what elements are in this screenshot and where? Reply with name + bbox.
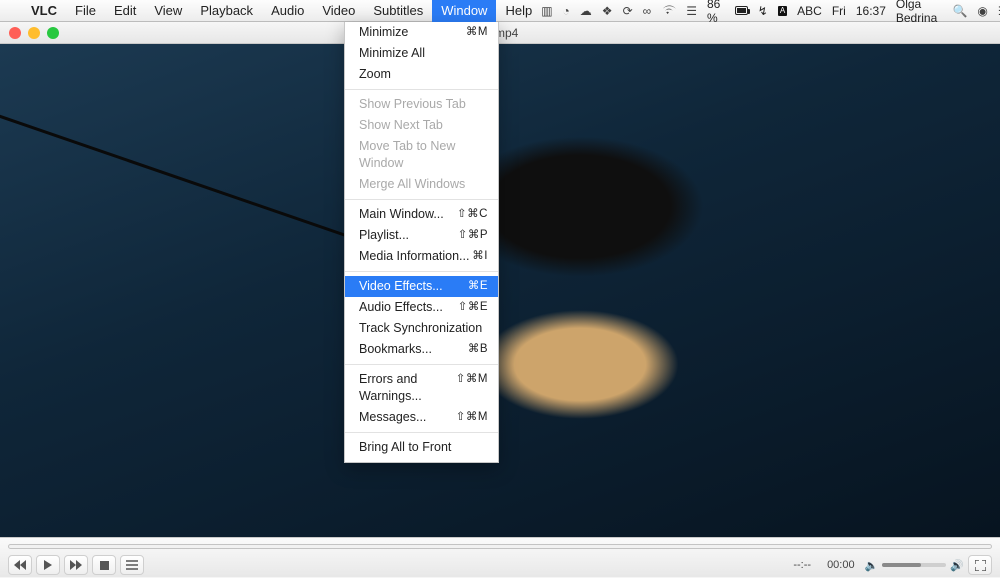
- wifi-icon[interactable]: [661, 5, 676, 16]
- menu-item-bookmarks[interactable]: Bookmarks... ⌘B: [345, 339, 498, 360]
- menu-item-errors-and-warnings[interactable]: Errors and Warnings...⇧⌘M: [345, 369, 498, 407]
- menu-separator: [345, 271, 498, 272]
- volume-mute-icon[interactable]: 🔈: [865, 559, 879, 572]
- battery-icon[interactable]: [735, 6, 748, 15]
- menu-item-label: Move Tab to New Window: [359, 138, 488, 172]
- video-frame: [0, 44, 1000, 537]
- status-icon[interactable]: ◔: [563, 4, 570, 18]
- window-menu-dropdown: Minimize ⌘M Minimize All Zoom Show Previous …: [344, 22, 499, 463]
- menu-help[interactable]: Help: [496, 0, 541, 22]
- menu-item-shortcut: ⌘M: [466, 24, 488, 41]
- menu-item-label: Merge All Windows: [359, 176, 465, 193]
- user-name[interactable]: Olga Bedrina: [896, 0, 943, 25]
- menu-item-label: Audio Effects...: [359, 299, 443, 316]
- battery-charging-icon: ↯: [758, 4, 768, 18]
- player-controls: --:-- 00:00 🔈 🔊: [0, 537, 1000, 577]
- menu-file[interactable]: File: [66, 0, 105, 22]
- menu-view[interactable]: View: [145, 0, 191, 22]
- menu-separator: [345, 89, 498, 90]
- menu-item-label: Show Previous Tab: [359, 96, 466, 113]
- seek-slider[interactable]: [8, 544, 992, 549]
- cloud-icon[interactable]: ☁: [580, 4, 592, 18]
- menu-item-shortcut: ⌘B: [468, 341, 488, 358]
- menu-separator: [345, 432, 498, 433]
- menu-item-messages[interactable]: Messages... ⇧⌘M: [345, 407, 498, 428]
- menu-item-label: Minimize: [359, 24, 408, 41]
- menu-item-label: Minimize All: [359, 45, 425, 62]
- menu-subtitles[interactable]: Subtitles: [364, 0, 432, 22]
- status-icon[interactable]: ▥: [541, 4, 552, 18]
- skip-back-button[interactable]: [8, 555, 32, 575]
- menu-item-label: Playlist...: [359, 227, 409, 244]
- menu-item-shortcut: ⌘I: [472, 248, 488, 265]
- menu-audio[interactable]: Audio: [262, 0, 313, 22]
- play-button[interactable]: [36, 555, 60, 575]
- infinity-icon[interactable]: ∞: [643, 4, 652, 18]
- playlist-button[interactable]: [120, 555, 144, 575]
- spotlight-icon[interactable]: 🔍: [952, 4, 967, 18]
- battery-percentage[interactable]: 86 %: [707, 0, 725, 25]
- menu-item-label: Messages...: [359, 409, 426, 426]
- dropbox-icon[interactable]: ❖: [602, 4, 613, 18]
- menu-item-show-next-tab: Show Next Tab: [345, 115, 498, 136]
- menu-item-track-synchronization[interactable]: Track Synchronization: [345, 318, 498, 339]
- menu-item-shortcut: ⇧⌘E: [458, 299, 488, 316]
- minimize-window-button[interactable]: [28, 27, 40, 39]
- sync-icon[interactable]: ⟳: [623, 4, 633, 18]
- volume-slider[interactable]: [882, 563, 946, 567]
- menu-item-shortcut: ⇧⌘P: [458, 227, 488, 244]
- menu-separator: [345, 199, 498, 200]
- input-source[interactable]: ABC: [797, 4, 822, 18]
- menu-item-label: Show Next Tab: [359, 117, 443, 134]
- window-titlebar[interactable]: nt.mp4: [0, 22, 1000, 44]
- time-total: 00:00: [821, 559, 861, 571]
- menu-item-label: Bookmarks...: [359, 341, 432, 358]
- menu-item-main-window[interactable]: Main Window... ⇧⌘C: [345, 204, 498, 225]
- menu-item-label: Errors and Warnings...: [359, 371, 456, 405]
- menu-item-shortcut: ⇧⌘M: [456, 409, 488, 426]
- fullscreen-button[interactable]: [968, 555, 992, 575]
- menubar: VLC FileEditViewPlaybackAudioVideoSubtit…: [0, 0, 1000, 22]
- menu-item-media-information[interactable]: Media Information...⌘I: [345, 246, 498, 267]
- close-window-button[interactable]: [9, 27, 21, 39]
- clock-time[interactable]: 16:37: [856, 4, 886, 18]
- menu-item-shortcut: ⇧⌘M: [456, 371, 488, 405]
- menu-item-playlist[interactable]: Playlist... ⇧⌘P: [345, 225, 498, 246]
- volume-max-icon[interactable]: 🔊: [950, 559, 964, 572]
- app-menu[interactable]: VLC: [22, 3, 66, 18]
- menu-item-label: Track Synchronization: [359, 320, 482, 337]
- menu-item-bring-all-to-front[interactable]: Bring All to Front: [345, 437, 498, 458]
- video-viewport[interactable]: [0, 44, 1000, 537]
- menu-separator: [345, 364, 498, 365]
- menu-item-label: Media Information...: [359, 248, 469, 265]
- menu-item-zoom[interactable]: Zoom: [345, 64, 498, 85]
- menu-edit[interactable]: Edit: [105, 0, 145, 22]
- menu-playback[interactable]: Playback: [191, 0, 262, 22]
- menu-item-label: Bring All to Front: [359, 439, 451, 456]
- menu-item-minimize-all[interactable]: Minimize All: [345, 43, 498, 64]
- status-area: ▥ ◔ ☁ ❖ ⟳ ∞ ☰ 86 % ↯ A ABC Fri 16:37 Olg…: [541, 0, 1000, 25]
- menu-item-shortcut: ⇧⌘C: [457, 206, 488, 223]
- zoom-window-button[interactable]: [47, 27, 59, 39]
- keyboard-indicator[interactable]: A: [778, 6, 787, 16]
- time-elapsed: --:--: [787, 559, 817, 571]
- menu-item-label: Main Window...: [359, 206, 444, 223]
- menu-video[interactable]: Video: [313, 0, 364, 22]
- menu-item-label: Video Effects...: [359, 278, 443, 295]
- skip-forward-button[interactable]: [64, 555, 88, 575]
- menu-item-shortcut: ⌘E: [468, 278, 488, 295]
- menu-window[interactable]: Window: [432, 0, 496, 22]
- siri-icon[interactable]: ◉: [977, 4, 987, 18]
- stop-button[interactable]: [92, 555, 116, 575]
- video-window: nt.mp4: [0, 22, 1000, 537]
- menu-item-label: Zoom: [359, 66, 391, 83]
- menu-item-move-tab-to-new-window: Move Tab to New Window: [345, 136, 498, 174]
- menu-item-video-effects[interactable]: Video Effects... ⌘E: [345, 276, 498, 297]
- menu-item-show-previous-tab: Show Previous Tab: [345, 94, 498, 115]
- menu-extra-icon[interactable]: ☰: [686, 4, 697, 18]
- menu-item-minimize[interactable]: Minimize ⌘M: [345, 22, 498, 43]
- menu-item-audio-effects[interactable]: Audio Effects... ⇧⌘E: [345, 297, 498, 318]
- clock-day[interactable]: Fri: [832, 4, 846, 18]
- menu-item-merge-all-windows: Merge All Windows: [345, 174, 498, 195]
